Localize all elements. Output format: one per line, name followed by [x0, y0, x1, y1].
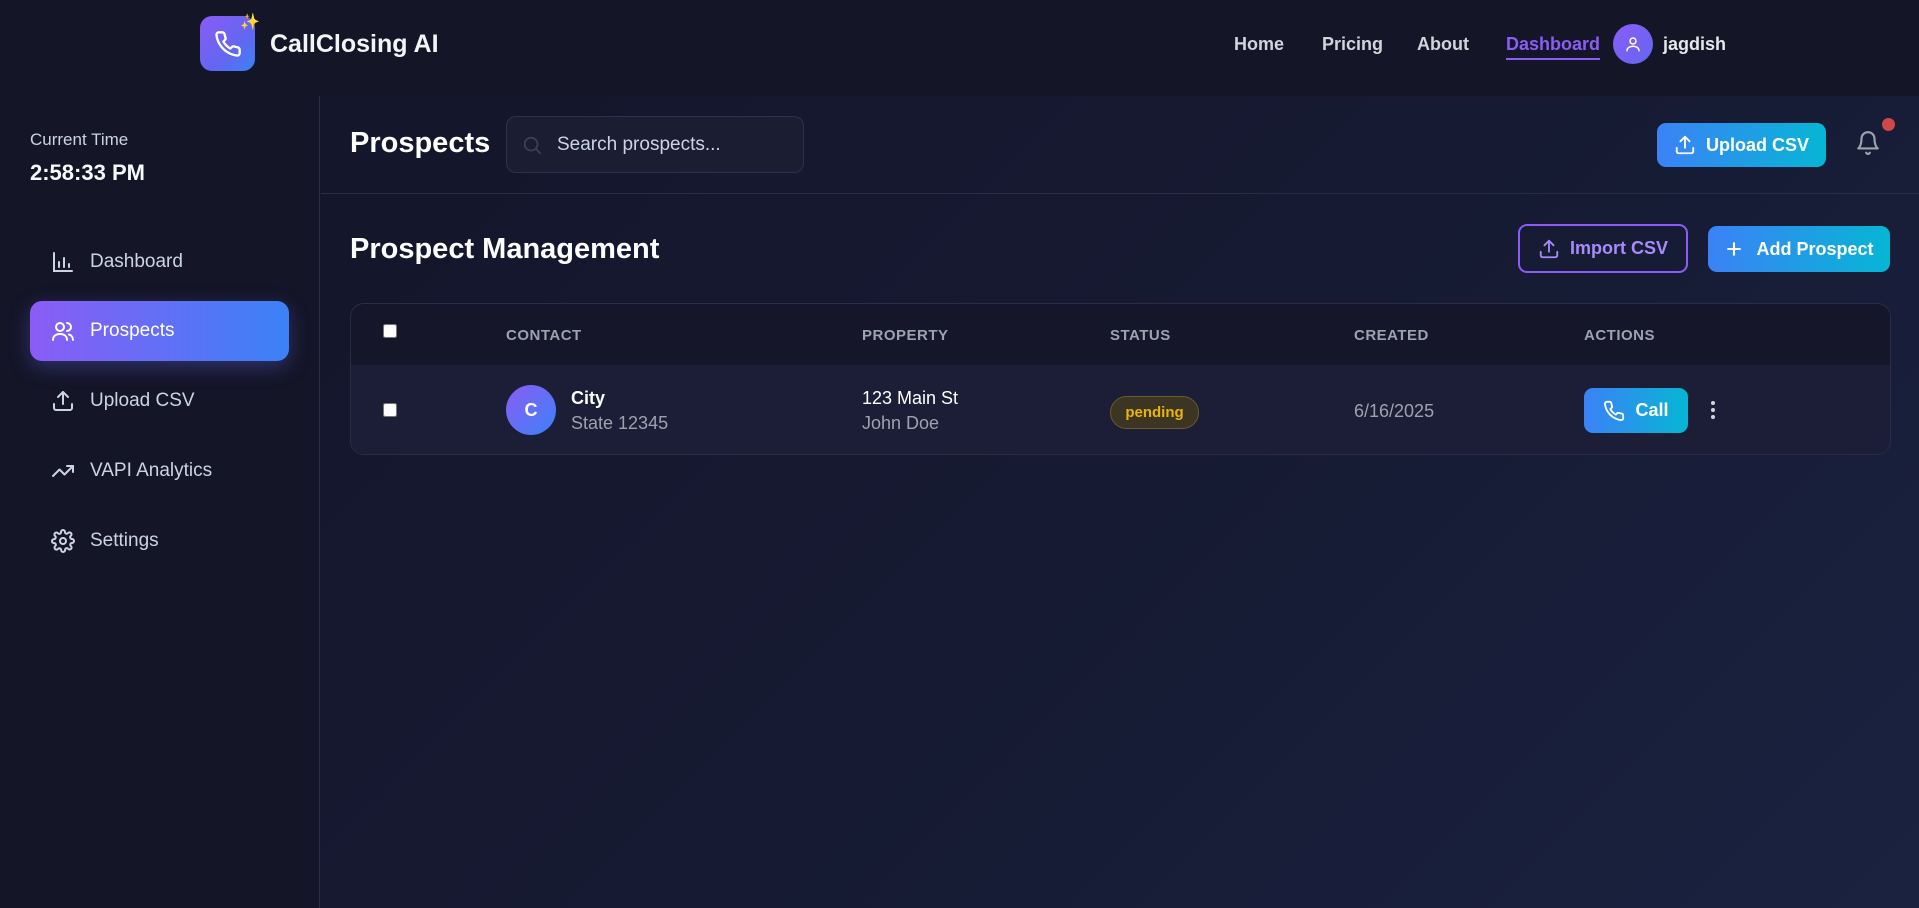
upload-icon	[1675, 135, 1695, 155]
nav-about[interactable]: About	[1417, 34, 1469, 55]
sidebar-item-settings[interactable]: Settings	[30, 511, 289, 571]
top-navbar: ✨ CallClosing AI Home Pricing About Dash…	[0, 0, 1919, 96]
sidebar: Current Time 2:58:33 PM Dashboard Prospe…	[0, 96, 320, 908]
nav-pricing[interactable]: Pricing	[1322, 34, 1383, 55]
search-icon	[523, 136, 542, 154]
user-icon	[1626, 37, 1640, 52]
page-title: Prospects	[350, 127, 491, 159]
brand-name[interactable]: CallClosing AI	[270, 30, 439, 59]
upload-csv-label: Upload CSV	[1705, 134, 1809, 155]
select-all-checkbox[interactable]	[383, 324, 397, 338]
bar-chart-icon	[50, 249, 76, 275]
search-box[interactable]	[506, 116, 804, 173]
sidebar-item-vapi-analytics[interactable]: VAPI Analytics	[30, 441, 289, 501]
main-header: Prospects Upload CSV	[321, 96, 1919, 194]
nav-dashboard[interactable]: Dashboard	[1506, 34, 1601, 60]
call-label: Call	[1635, 400, 1669, 420]
add-prospect-button[interactable]: Add Prospect	[1708, 226, 1890, 272]
search-input[interactable]	[557, 133, 787, 156]
status-badge: pending	[1110, 396, 1199, 429]
nav-home[interactable]: Home	[1234, 34, 1284, 55]
call-button[interactable]: Call	[1584, 388, 1688, 433]
prospects-table: CONTACT PROPERTY STATUS CREATED ACTIONS …	[350, 303, 1891, 455]
import-csv-button[interactable]: Import CSV	[1518, 224, 1688, 273]
table-row[interactable]: C City State 12345 123 Main St John Doe …	[351, 365, 1890, 454]
phone-icon	[1604, 400, 1625, 421]
sparkle-icon: ✨	[240, 14, 260, 31]
users-icon	[50, 318, 76, 344]
created-date: 6/16/2025	[1354, 401, 1435, 421]
contact-name: City	[571, 388, 606, 408]
more-options-icon[interactable]	[1702, 399, 1724, 421]
notification-dot	[1882, 118, 1895, 131]
table-header: CONTACT PROPERTY STATUS CREATED ACTIONS	[351, 304, 1890, 365]
contact-subtitle: State 12345	[571, 413, 669, 433]
sidebar-item-label: VAPI Analytics	[90, 460, 213, 481]
phone-icon	[214, 30, 241, 57]
sidebar-item-label: Settings	[90, 530, 159, 551]
sidebar-item-label: Prospects	[90, 320, 175, 341]
upload-icon	[50, 388, 76, 414]
user-name[interactable]: jagdish	[1663, 34, 1726, 55]
upload-icon	[1539, 239, 1559, 258]
column-created[interactable]: CREATED	[1354, 327, 1429, 344]
sidebar-item-label: Dashboard	[90, 251, 183, 272]
sidebar-item-label: Upload CSV	[90, 390, 195, 411]
plus-icon	[1727, 242, 1742, 256]
bell-icon[interactable]	[1855, 130, 1881, 156]
import-csv-label: Import CSV	[1569, 238, 1668, 258]
column-actions: ACTIONS	[1584, 327, 1655, 344]
column-property[interactable]: PROPERTY	[862, 327, 949, 344]
add-prospect-label: Add Prospect	[1756, 238, 1874, 259]
column-status[interactable]: STATUS	[1110, 327, 1171, 344]
property-address: 123 Main St	[862, 388, 959, 408]
column-contact[interactable]: CONTACT	[506, 327, 582, 344]
property-owner: John Doe	[862, 413, 940, 433]
contact-avatar: C	[506, 385, 556, 435]
upload-csv-button[interactable]: Upload CSV	[1657, 123, 1826, 167]
current-time-label: Current Time	[30, 130, 129, 149]
sidebar-item-upload-csv[interactable]: Upload CSV	[30, 371, 289, 431]
sidebar-item-dashboard[interactable]: Dashboard	[30, 232, 289, 292]
gear-icon	[50, 528, 76, 554]
user-avatar[interactable]	[1613, 24, 1653, 64]
current-time-value: 2:58:33 PM	[30, 160, 145, 185]
section-title: Prospect Management	[350, 233, 660, 265]
row-checkbox[interactable]	[383, 403, 397, 417]
trending-up-icon	[50, 458, 76, 484]
sidebar-item-prospects[interactable]: Prospects	[30, 301, 289, 361]
